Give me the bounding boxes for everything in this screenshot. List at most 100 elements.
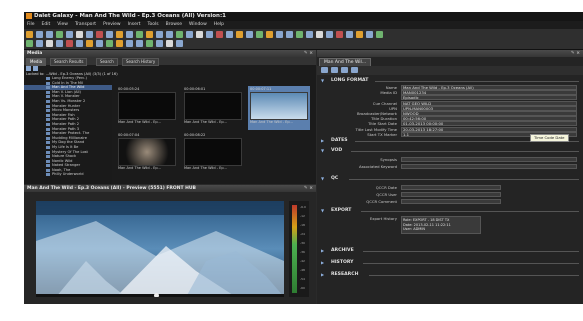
- toolbar-button-icon[interactable]: [46, 40, 53, 47]
- toolbar-button-icon[interactable]: [76, 31, 83, 38]
- toolbar-button-icon[interactable]: [186, 31, 193, 38]
- panel-controls[interactable]: ✎ ×: [304, 50, 313, 57]
- video-frame[interactable]: [36, 201, 284, 297]
- toolbar-button-icon[interactable]: [156, 31, 163, 38]
- playhead-handle[interactable]: [154, 293, 159, 297]
- toolbar-button-icon[interactable]: [346, 31, 353, 38]
- toolbar-button-icon[interactable]: [26, 40, 33, 47]
- toolbar-button-icon[interactable]: [276, 31, 283, 38]
- lock-icon[interactable]: [351, 67, 358, 73]
- field-input[interactable]: [401, 192, 501, 197]
- toolbar-button-icon[interactable]: [96, 31, 103, 38]
- menu-item-browse[interactable]: Browse: [166, 22, 182, 27]
- toolbar-button-icon[interactable]: [176, 40, 183, 47]
- field-input[interactable]: [401, 199, 501, 204]
- menu-item-transport[interactable]: Transport: [75, 22, 96, 27]
- toolbar-button-icon[interactable]: [246, 31, 253, 38]
- save-icon[interactable]: [321, 67, 328, 73]
- toolbar-button-icon[interactable]: [196, 31, 203, 38]
- menu-item-view[interactable]: View: [57, 22, 68, 27]
- toolbar-button-icon[interactable]: [146, 40, 153, 47]
- section-qc[interactable]: ▼ QC: [319, 176, 581, 182]
- menu-item-edit[interactable]: Edit: [42, 22, 51, 27]
- panel-controls[interactable]: ✎ ×: [571, 50, 580, 57]
- toolbar-button-icon[interactable]: [46, 31, 53, 38]
- section-vod[interactable]: ▼ VOD: [319, 148, 581, 154]
- toolbar-button-icon[interactable]: [66, 31, 73, 38]
- toolbar-button-icon[interactable]: [166, 31, 173, 38]
- toolbar-button-icon[interactable]: [366, 31, 373, 38]
- toolbar-button-icon[interactable]: [356, 31, 363, 38]
- toolbar-button-icon[interactable]: [36, 40, 43, 47]
- toolbar-button-icon[interactable]: [326, 31, 333, 38]
- media-thumbnail[interactable]: 00:00:08:22 Man And The Wild - Ep...: [182, 132, 244, 176]
- field-input[interactable]: [401, 164, 577, 169]
- toolbar-button-icon[interactable]: [296, 31, 303, 38]
- tab-search-history[interactable]: Search History: [122, 58, 160, 66]
- toolbar-button-icon[interactable]: [76, 40, 83, 47]
- refresh-icon[interactable]: [341, 67, 348, 73]
- toolbar-button-icon[interactable]: [126, 40, 133, 47]
- toolbar-button-icon[interactable]: [266, 31, 273, 38]
- menu-item-tools[interactable]: Tools: [148, 22, 159, 27]
- export-history-value[interactable]: Role: EXPORT - 18 DIST TX Date: 2013-02-…: [401, 216, 481, 234]
- menu-item-preview[interactable]: Preview: [103, 22, 121, 27]
- toolbar-button-icon[interactable]: [36, 31, 43, 38]
- toolbar-button-icon[interactable]: [156, 40, 163, 47]
- thumbnail-image: [184, 138, 242, 166]
- toolbar-button-icon[interactable]: [136, 40, 143, 47]
- menu-item-window[interactable]: Window: [189, 22, 207, 27]
- toolbar-button-icon[interactable]: [166, 40, 173, 47]
- toolbar-button-icon[interactable]: [126, 31, 133, 38]
- media-thumbnail[interactable]: 00:00:05:24 Man And The Wild - Ep...: [116, 86, 178, 130]
- menu-item-file[interactable]: File: [27, 22, 35, 27]
- toolbar-button-icon[interactable]: [236, 31, 243, 38]
- toolbar-button-icon[interactable]: [106, 31, 113, 38]
- toolbar-button-icon[interactable]: [376, 31, 383, 38]
- toolbar-button-icon[interactable]: [306, 31, 313, 38]
- media-panel: Media ✎ × Media Search Results Search Se…: [24, 50, 316, 184]
- tree-item[interactable]: Philly Underworld: [24, 172, 112, 177]
- edit-icon[interactable]: [331, 67, 338, 73]
- tab-search-results[interactable]: Search Results: [50, 58, 88, 66]
- toolbar-button-icon[interactable]: [26, 31, 33, 38]
- toolbar-button-icon[interactable]: [336, 31, 343, 38]
- toolbar-button-icon[interactable]: [116, 31, 123, 38]
- media-thumbnail[interactable]: 00:00:07:11 Man And The Wild - Ep...: [248, 86, 310, 130]
- toolbar-button-icon[interactable]: [256, 31, 263, 38]
- toolbar-button-icon[interactable]: [216, 31, 223, 38]
- toolbar-button-icon[interactable]: [136, 31, 143, 38]
- media-thumbnail[interactable]: 00:00:07:04 Man And The Wild - Ep...: [116, 132, 178, 176]
- grid-view-icon[interactable]: [26, 66, 31, 71]
- toolbar-button-icon[interactable]: [56, 40, 63, 47]
- toolbar-button-icon[interactable]: [96, 40, 103, 47]
- section-export[interactable]: ▼ EXPORT: [319, 208, 581, 214]
- scrub-bar[interactable]: [36, 293, 284, 297]
- toolbar-button-icon[interactable]: [116, 40, 123, 47]
- menu-item-insert[interactable]: Insert: [128, 22, 141, 27]
- toolbar-button-icon[interactable]: [106, 40, 113, 47]
- toolbar-button-icon[interactable]: [146, 31, 153, 38]
- section-research[interactable]: ▶ RESEARCH: [319, 272, 581, 278]
- toolbar-button-icon[interactable]: [56, 31, 63, 38]
- menu-item-help[interactable]: Help: [214, 22, 224, 27]
- toolbar-button-icon[interactable]: [316, 31, 323, 38]
- section-history[interactable]: ▶ HISTORY: [319, 260, 581, 266]
- field-input[interactable]: [401, 157, 577, 162]
- toolbar-button-icon[interactable]: [66, 40, 73, 47]
- toolbar-button-icon[interactable]: [176, 31, 183, 38]
- section-archive[interactable]: ▶ ARCHIVE: [319, 248, 581, 254]
- toolbar-button-icon[interactable]: [86, 31, 93, 38]
- panel-controls[interactable]: ✎ ×: [304, 185, 313, 192]
- toolbar-button-icon[interactable]: [226, 31, 233, 38]
- meter-scale-label: -60: [300, 286, 305, 290]
- tab-search[interactable]: Search: [96, 58, 118, 66]
- media-thumbnail[interactable]: 00:00:06:01 Man And The Wild - Ep...: [182, 86, 244, 130]
- list-view-icon[interactable]: [33, 66, 38, 71]
- toolbar-button-icon[interactable]: [206, 31, 213, 38]
- tab-media[interactable]: Media: [26, 58, 47, 66]
- toolbar-button-icon[interactable]: [286, 31, 293, 38]
- toolbar-button-icon[interactable]: [86, 40, 93, 47]
- section-long-format[interactable]: ▼ LONG FORMAT: [319, 78, 581, 84]
- field-input[interactable]: [401, 185, 501, 190]
